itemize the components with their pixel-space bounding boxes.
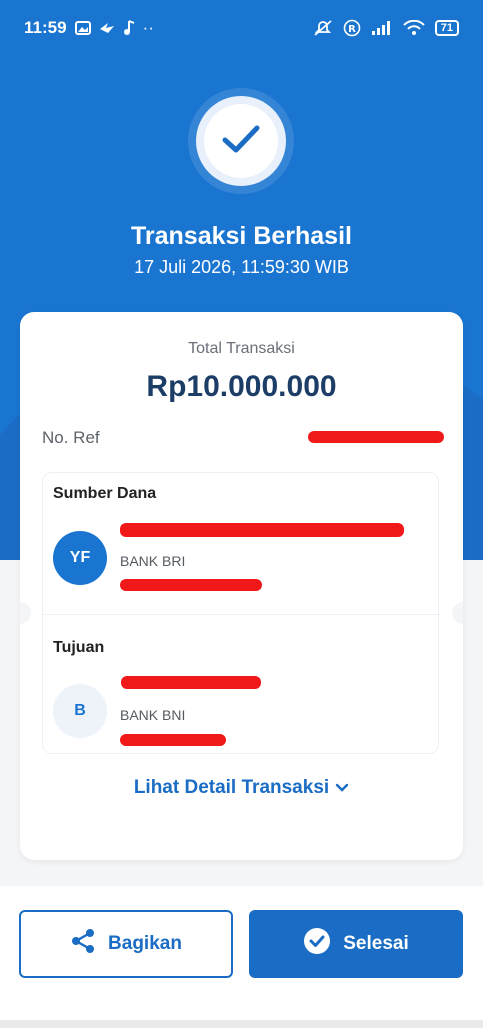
more-notifications-indicator: ·· — [142, 18, 154, 37]
destination-account-redaction — [120, 734, 226, 746]
ref-label: No. Ref — [42, 428, 100, 447]
mute-icon — [313, 19, 333, 37]
share-button[interactable]: Bagikan — [19, 910, 233, 978]
registered-icon: R — [343, 19, 361, 37]
receipt-notch-right — [452, 602, 463, 624]
source-avatar: YF — [53, 531, 107, 585]
total-label: Total Transaksi — [188, 340, 295, 357]
detail-link-label: Lihat Detail Transaksi — [133, 777, 330, 798]
destination-title: Tujuan — [53, 639, 105, 656]
destination-bank: BANK BNI — [120, 707, 186, 723]
page-title: Transaksi Berhasil — [131, 222, 352, 250]
view-transaction-detail-link[interactable]: Lihat Detail Transaksi — [20, 777, 463, 799]
transfer-parties: Sumber Dana YF BANK BRI Tujuan B BANK BN… — [42, 472, 440, 754]
ref-number-redaction — [308, 431, 444, 443]
share-icon — [70, 928, 96, 960]
status-time: 11:59 — [24, 18, 67, 37]
source-account-redaction — [120, 579, 262, 591]
navigation-hint-bar — [0, 1020, 483, 1028]
status-bar: 11:59 ·· R 71 — [0, 0, 483, 56]
source-bank: BANK BRI — [120, 553, 186, 569]
destination-name-redaction — [121, 676, 261, 689]
gallery-notification-icon — [74, 21, 91, 35]
bottom-action-bar: Bagikan Selesai — [0, 886, 483, 1028]
receipt-notch-left — [20, 602, 31, 624]
chevron-down-icon — [335, 777, 349, 799]
music-notification-icon — [123, 20, 135, 36]
done-label: Selesai — [343, 933, 409, 954]
check-circle-icon — [303, 927, 331, 961]
checkmark-icon — [221, 123, 261, 160]
bird-notification-icon — [99, 21, 115, 35]
transaction-receipt-card: Total Transaksi Rp10.000.000 No. Ref Sum… — [20, 312, 463, 860]
source-name-redaction — [120, 523, 404, 537]
share-label: Bagikan — [108, 933, 182, 954]
signal-icon — [371, 20, 393, 36]
success-badge — [196, 96, 286, 186]
wifi-icon — [403, 20, 425, 36]
battery-indicator: 71 — [434, 20, 459, 36]
total-amount: Rp10.000.000 — [146, 370, 337, 403]
done-button[interactable]: Selesai — [249, 910, 463, 978]
source-title: Sumber Dana — [53, 485, 157, 502]
transaction-datetime: 17 Juli 2026, 11:59:30 WIB — [134, 257, 349, 277]
svg-text:R: R — [348, 24, 356, 35]
destination-avatar: B — [53, 684, 107, 738]
party-divider — [43, 614, 440, 615]
